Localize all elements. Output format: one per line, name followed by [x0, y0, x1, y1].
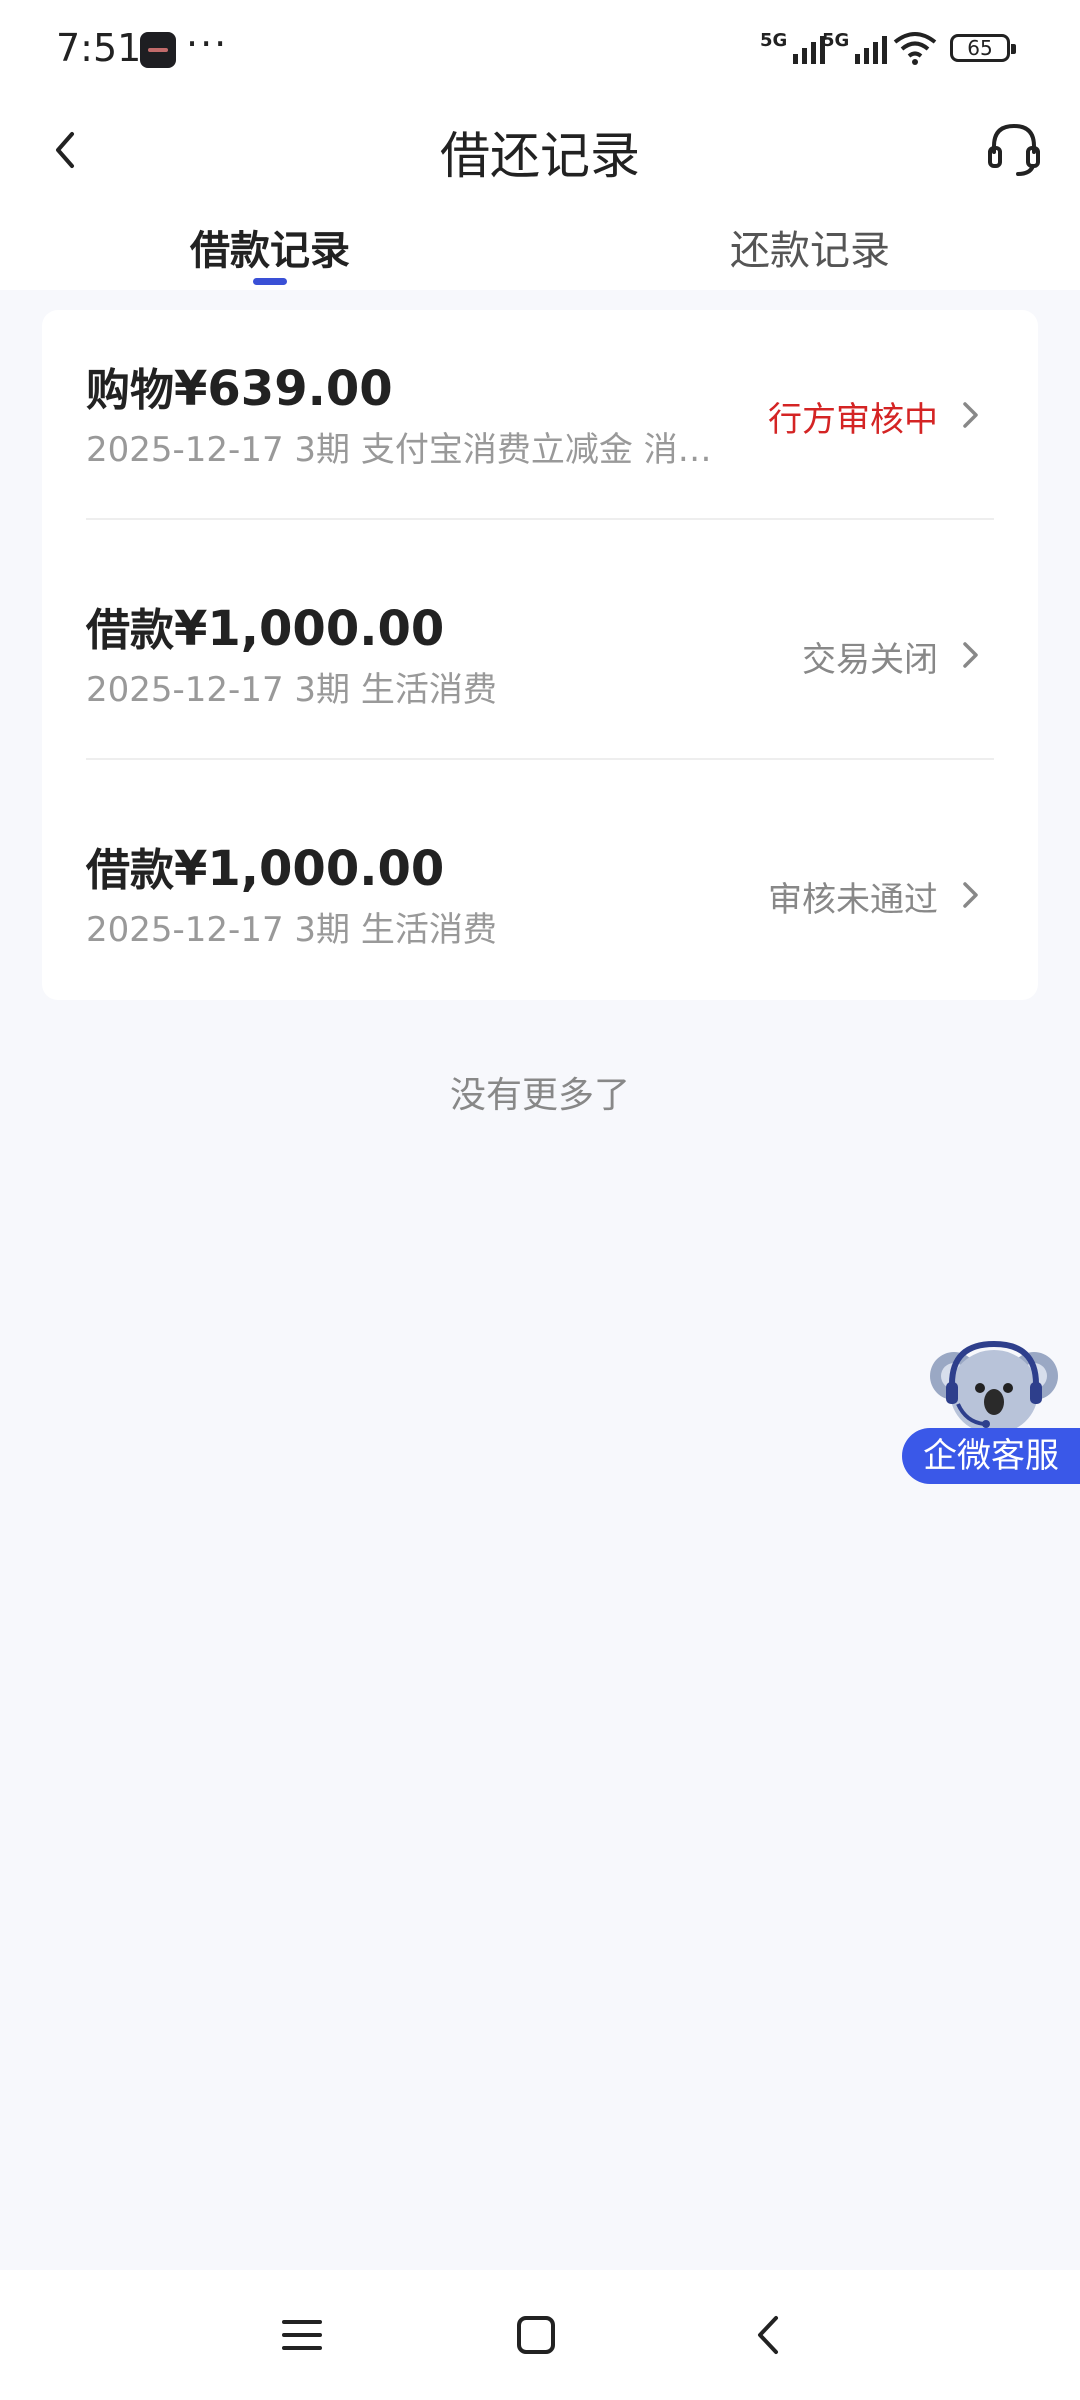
record-title: 借款¥1,000.00 [86, 834, 444, 898]
signal-1-icon: 5G [760, 30, 826, 64]
records-card: 购物¥639.00 2025-12-17 3期 支付宝消费立减金 消… 行方审核… [42, 310, 1038, 1000]
battery-level: 65 [967, 36, 993, 60]
voice-recorder-app-icon [140, 32, 176, 68]
no-more-text: 没有更多了 [449, 1075, 630, 1116]
signal-2-label: 5G [822, 30, 850, 51]
record-item-1[interactable]: 购物¥639.00 2025-12-17 3期 支付宝消费立减金 消… 行方审核… [42, 310, 1038, 550]
battery-icon: 65 [950, 34, 1016, 62]
status-time: 7:51 [56, 26, 142, 70]
page-header: 借还记录 借款记录 还款记录 [0, 100, 1080, 290]
record-status: 审核未通过 [768, 880, 938, 920]
signal-2-icon: 5G [822, 30, 888, 64]
floating-service-label: 企微客服 [902, 1428, 1080, 1484]
active-tab-indicator [253, 278, 287, 285]
signal-1-label: 5G [760, 30, 788, 51]
record-item-3[interactable]: 借款¥1,000.00 2025-12-17 3期 生活消费 审核未通过 [42, 790, 1038, 1030]
record-subtitle: 2025-12-17 3期 生活消费 [86, 670, 497, 710]
divider [86, 518, 994, 520]
tab-repay-records[interactable]: 还款记录 [630, 218, 990, 276]
record-amount: ¥639.00 [174, 361, 393, 417]
headset-icon[interactable] [984, 118, 1044, 180]
chevron-right-icon [963, 882, 978, 908]
menu-icon[interactable] [272, 2310, 332, 2360]
record-subtitle: 2025-12-17 3期 生活消费 [86, 910, 497, 950]
record-item-2[interactable]: 借款¥1,000.00 2025-12-17 3期 生活消费 交易关闭 [42, 550, 1038, 790]
record-status: 行方审核中 [768, 400, 938, 440]
record-title: 购物¥639.00 [86, 354, 393, 418]
record-amount: ¥1,000.00 [174, 841, 445, 897]
record-type: 购物 [86, 365, 174, 416]
record-amount: ¥1,000.00 [174, 601, 445, 657]
chevron-right-icon [963, 402, 978, 428]
back-icon[interactable] [740, 2310, 800, 2360]
page-title: 借还记录 [440, 127, 640, 185]
system-nav-bar [0, 2270, 1080, 2400]
record-status: 交易关闭 [802, 640, 938, 680]
divider [86, 758, 994, 760]
record-type: 借款 [86, 605, 174, 656]
wifi-icon [893, 32, 937, 65]
more-notifications-icon: ··· [186, 22, 229, 66]
record-type: 借款 [86, 845, 174, 896]
koala-mascot-icon [930, 1340, 1058, 1434]
status-bar: 7:51 ··· 5G 5G 65 [0, 0, 1080, 100]
home-square-icon[interactable] [506, 2310, 566, 2360]
record-title: 借款¥1,000.00 [86, 594, 444, 658]
chevron-right-icon [963, 642, 978, 668]
tab-borrow-records[interactable]: 借款记录 [90, 218, 450, 276]
floating-service-button[interactable]: 企微客服 [902, 1334, 1080, 1484]
record-subtitle: 2025-12-17 3期 支付宝消费立减金 消… [86, 430, 712, 470]
